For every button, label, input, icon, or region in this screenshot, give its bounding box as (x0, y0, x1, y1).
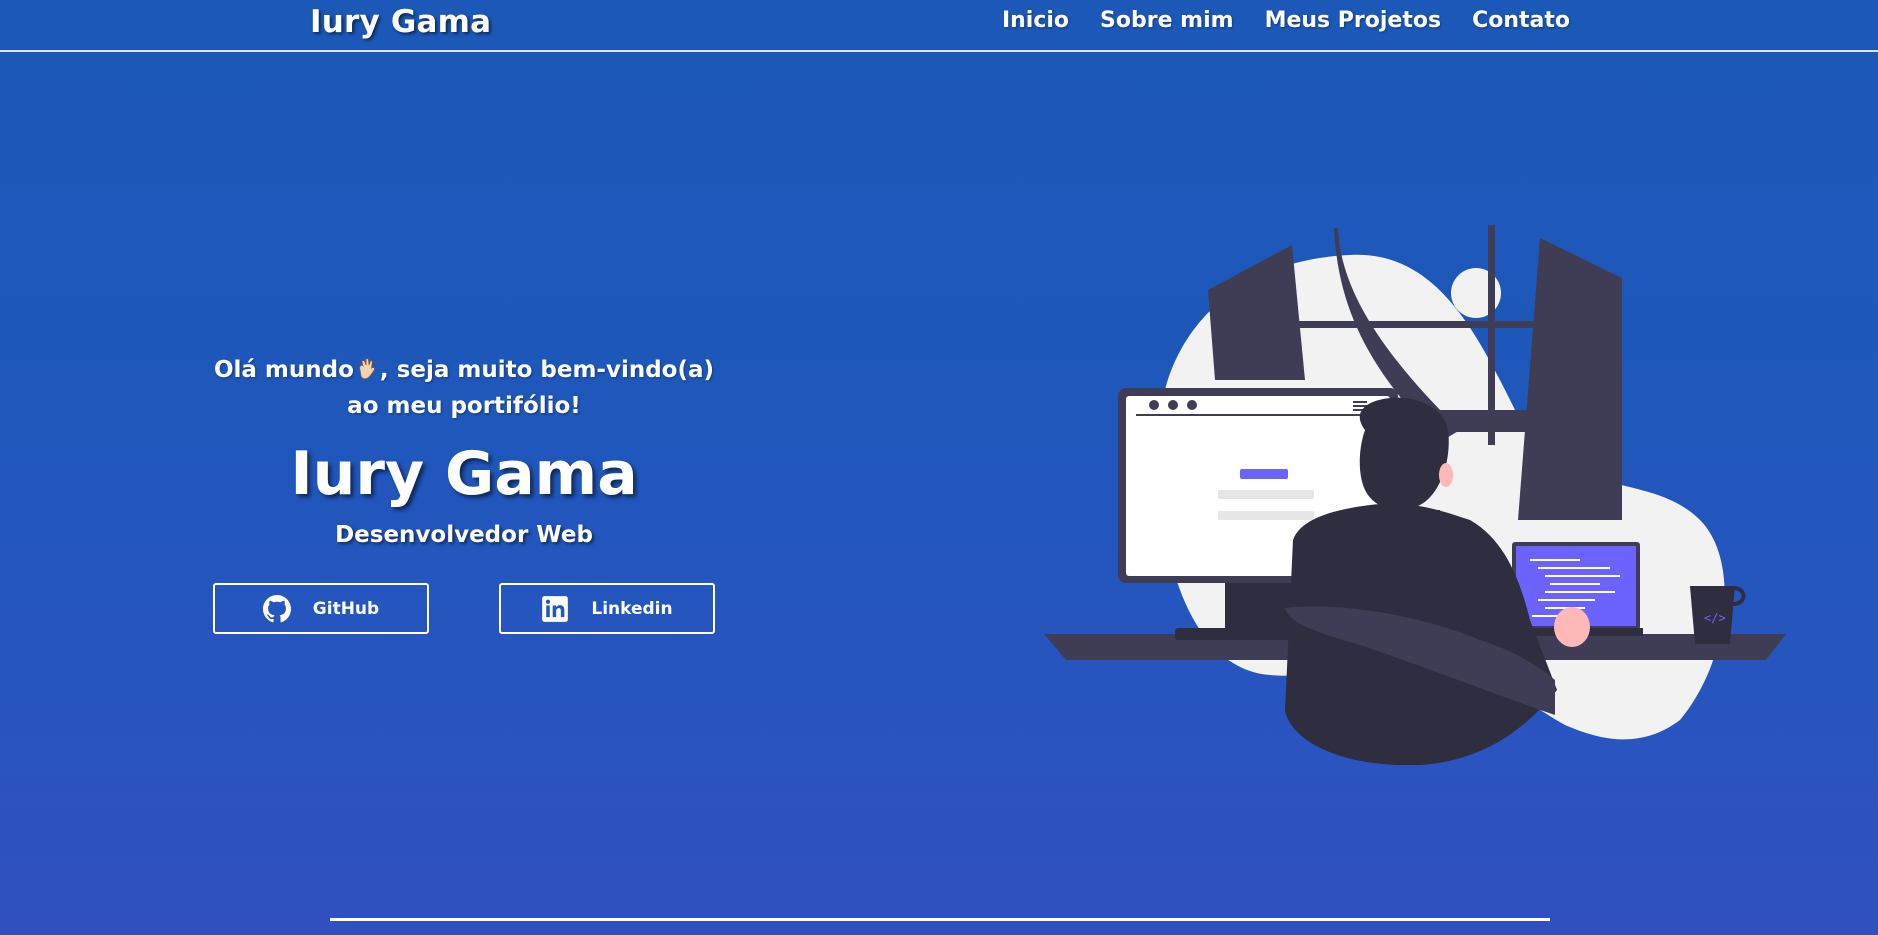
greeting-line-2: ao meu portifólio! (347, 393, 581, 419)
screen-header-line (1136, 414, 1382, 416)
building-left (1208, 245, 1305, 380)
nav-link-inicio[interactable]: Inicio (1002, 8, 1069, 33)
greeting: Olá mundo , seja muito bem-vindo(a) ao m… (200, 352, 728, 424)
greeting-text-end: , seja muito bem-vindo(a) (379, 357, 715, 383)
github-button[interactable]: GitHub (213, 583, 429, 634)
github-button-label: GitHub (312, 598, 380, 619)
bottom-divider (330, 918, 1550, 921)
building-right (1518, 238, 1622, 520)
screen-dot (1168, 400, 1178, 410)
mug-code-symbol: </> (1704, 611, 1726, 625)
hero-name: Iury Gama (290, 439, 638, 509)
monitor-stand (1225, 580, 1295, 630)
person-ear (1439, 463, 1453, 487)
nav-links: Inicio Sobre mim Meus Projetos Contato (1002, 8, 1570, 33)
greeting-text-start: Olá mundo (213, 357, 354, 383)
person-hand (1554, 607, 1590, 647)
waving-hand-icon (355, 358, 379, 380)
person-neck (1395, 510, 1445, 535)
linkedin-button-label: Linkedin (591, 598, 673, 619)
screen-text-line (1218, 511, 1314, 520)
linkedin-button[interactable]: Linkedin (499, 583, 715, 634)
screen-dot (1187, 400, 1197, 410)
navbar: Iury Gama Inicio Sobre mim Meus Projetos… (0, 0, 1878, 52)
screen-accent-button (1240, 469, 1288, 479)
menu-line (1353, 405, 1367, 407)
hero-section: Olá mundo , seja muito bem-vindo(a) ao m… (200, 352, 728, 548)
github-icon (262, 594, 291, 622)
menu-line (1353, 401, 1367, 403)
screen-dot (1149, 400, 1159, 410)
screen-text-line (1218, 490, 1314, 499)
nav-link-contato[interactable]: Contato (1472, 8, 1570, 33)
brand-logo[interactable]: Iury Gama (310, 4, 491, 40)
window-frame-horizontal (1295, 321, 1535, 328)
linkedin-icon (542, 595, 569, 622)
hero-role: Desenvolvedor Web (335, 522, 593, 548)
nav-link-meus-projetos[interactable]: Meus Projetos (1265, 8, 1442, 33)
developer-illustration: </> (1044, 225, 1786, 765)
nav-link-sobre-mim[interactable]: Sobre mim (1100, 8, 1234, 33)
